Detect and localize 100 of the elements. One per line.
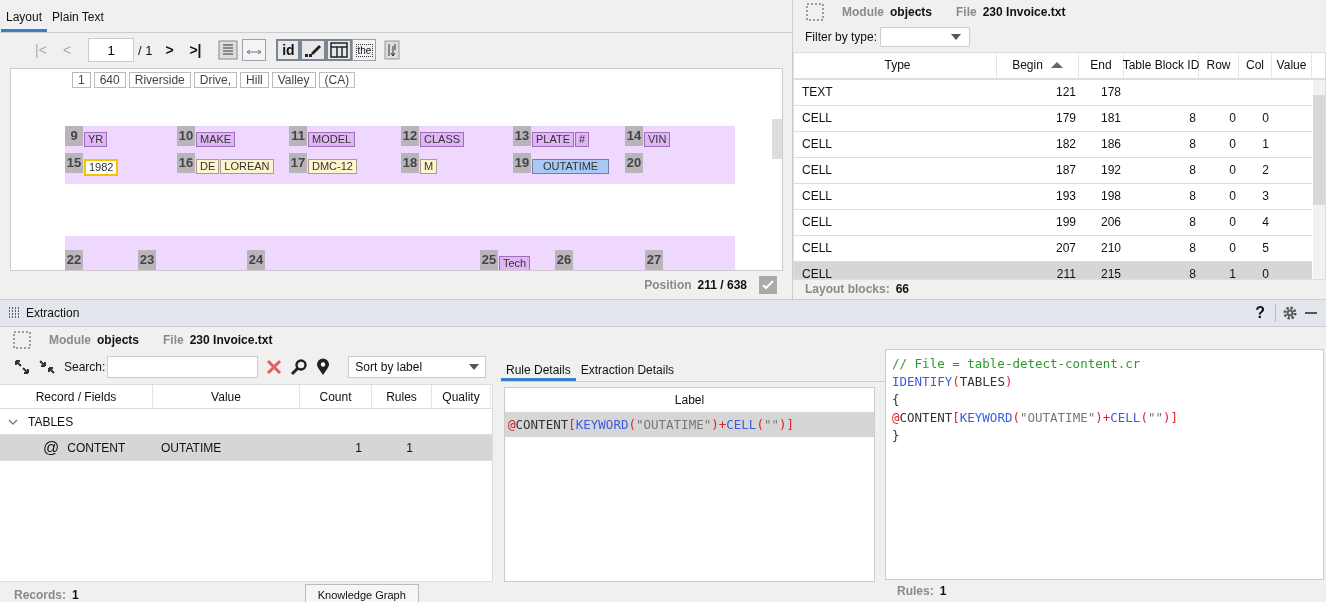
- table-cell: 192: [1100, 163, 1121, 178]
- search-field[interactable]: [107, 356, 259, 378]
- table-button[interactable]: [326, 39, 353, 62]
- scrollbar-thumb[interactable]: [1313, 94, 1325, 205]
- table-row[interactable]: CELL 207 210 8 0 5: [794, 235, 1312, 262]
- block-number: 20: [625, 152, 643, 173]
- block-number: 14: [625, 125, 643, 146]
- knowledge-graph-tab[interactable]: Knowledge Graph: [304, 584, 419, 602]
- table-icon: [330, 42, 349, 59]
- checkbox[interactable]: [759, 276, 777, 295]
- field-marker: @: [43, 438, 60, 457]
- text-toggle-button[interactable]: id: [276, 39, 301, 62]
- chevron-icon[interactable]: [8, 417, 18, 426]
- block-number: 11: [289, 125, 307, 146]
- column-header[interactable]: Begin: [997, 52, 1079, 78]
- block-number: 23: [138, 249, 156, 270]
- column-header[interactable]: Rules: [372, 385, 432, 408]
- table-cell: 8: [1189, 189, 1196, 204]
- column-header[interactable]: Label: [505, 388, 874, 412]
- column-header[interactable]: Row: [1199, 52, 1239, 78]
- panel-title: Extraction: [26, 306, 80, 320]
- help-button[interactable]: ?: [1251, 304, 1269, 322]
- word-box[interactable]: YR: [84, 131, 108, 147]
- table-cell: 0: [1229, 189, 1236, 204]
- sort-dropdown[interactable]: Sort by label: [348, 356, 487, 378]
- page-view-icon[interactable]: [218, 40, 239, 61]
- table-cell: CELL: [802, 137, 833, 152]
- word-box[interactable]: OUTATIME: [532, 158, 610, 174]
- pager-button[interactable]: >|: [184, 42, 207, 59]
- location-pin-icon[interactable]: [316, 358, 331, 376]
- table-cell: 8: [1189, 267, 1196, 279]
- type-dropdown[interactable]: [880, 27, 971, 48]
- page-field[interactable]: 1: [88, 38, 134, 63]
- rule-row[interactable]: @CONTENT[KEYWORD("OUTATIME")+CELL("")]: [505, 412, 874, 437]
- expand-icon[interactable]: [14, 359, 30, 375]
- block-number: 13: [513, 125, 531, 146]
- code-editor[interactable]: // File = table-detect-content.cr IDENTIFY(TABLES) { @CONTENT[KEYWORD("OUTATIME")+CELL("")] }: [885, 349, 1324, 580]
- file-label: File: [163, 333, 184, 347]
- word-box[interactable]: 1982: [84, 158, 119, 176]
- word-box[interactable]: CLASS: [420, 131, 465, 147]
- table-row[interactable]: CELL 193 198 8 0 3: [794, 183, 1312, 210]
- table-cell: CELL: [802, 163, 833, 178]
- table-cell: 8: [1189, 163, 1196, 178]
- scrollbar-thumb[interactable]: [772, 118, 782, 159]
- clear-icon[interactable]: [266, 359, 283, 375]
- brush-button[interactable]: [300, 39, 327, 62]
- settings-icon[interactable]: [1282, 305, 1298, 321]
- word-box[interactable]: DE: [196, 158, 220, 174]
- word-box[interactable]: PLATE: [532, 131, 575, 147]
- table-cell: 181: [1100, 111, 1121, 126]
- column-header[interactable]: Value: [1272, 52, 1312, 78]
- table-row[interactable]: CELL 179 181 8 0 0: [794, 105, 1312, 132]
- selection-icon[interactable]: [806, 3, 824, 22]
- word-box[interactable]: M: [420, 158, 438, 174]
- block-number: 12: [401, 125, 419, 146]
- word-box[interactable]: LOREAN: [220, 158, 274, 174]
- word-box[interactable]: MODEL: [308, 131, 356, 147]
- word-box[interactable]: Tech: [499, 255, 531, 271]
- details-tab[interactable]: Rule Details: [501, 355, 576, 381]
- table-cell: 8: [1189, 241, 1196, 256]
- column-header[interactable]: Record / Fields: [0, 385, 153, 408]
- word-box[interactable]: VIN: [644, 131, 671, 147]
- collapse-icon[interactable]: [38, 359, 56, 375]
- column-header[interactable]: Count: [300, 385, 372, 408]
- records-label: Records:: [14, 588, 66, 602]
- table-row[interactable]: TEXT 121 178: [794, 79, 1312, 106]
- text-toggle-button[interactable]: the: [352, 39, 377, 62]
- block-number: 18: [401, 152, 419, 173]
- text-direction-icon[interactable]: [384, 40, 401, 61]
- tree-row[interactable]: @ CONTENT OUTATIME 1 1: [0, 435, 492, 461]
- view-tab[interactable]: Plain Text: [47, 0, 109, 32]
- column-header[interactable]: Col: [1239, 52, 1272, 78]
- column-header[interactable]: Quality: [432, 385, 491, 408]
- view-tab[interactable]: Layout: [1, 0, 48, 32]
- column-header[interactable]: Table Block ID: [1124, 52, 1199, 78]
- column-header[interactable]: Type: [794, 52, 997, 78]
- module-name: objects: [97, 333, 139, 347]
- table-cell: 4: [1262, 215, 1269, 230]
- rules-label: Rules:: [897, 584, 934, 598]
- code-line: }: [892, 427, 901, 445]
- table-cell: 0: [1229, 241, 1236, 256]
- pager-button[interactable]: >: [158, 42, 181, 59]
- word-box[interactable]: #: [575, 131, 590, 147]
- word-box[interactable]: MAKE: [196, 131, 236, 147]
- search-icon[interactable]: [290, 358, 309, 376]
- word-box[interactable]: DMC-12: [308, 158, 357, 174]
- block-number: 9: [65, 125, 83, 146]
- table-row[interactable]: CELL 182 186 8 0 1: [794, 131, 1312, 158]
- table-cell: 3: [1262, 189, 1269, 204]
- block-number: 16: [177, 152, 195, 173]
- table-row[interactable]: CELL 199 206 8 0 4: [794, 209, 1312, 236]
- table-row[interactable]: CELL 187 192 8 0 2: [794, 157, 1312, 184]
- sort-ascending-icon: [1050, 61, 1063, 70]
- table-cell: CELL: [802, 111, 833, 126]
- table-cell: 121: [1055, 85, 1076, 100]
- selection-icon[interactable]: [13, 331, 31, 349]
- details-tab[interactable]: Extraction Details: [575, 355, 680, 381]
- column-header[interactable]: Value: [153, 385, 300, 408]
- column-header[interactable]: End: [1079, 52, 1124, 78]
- fit-width-button[interactable]: [242, 39, 267, 62]
